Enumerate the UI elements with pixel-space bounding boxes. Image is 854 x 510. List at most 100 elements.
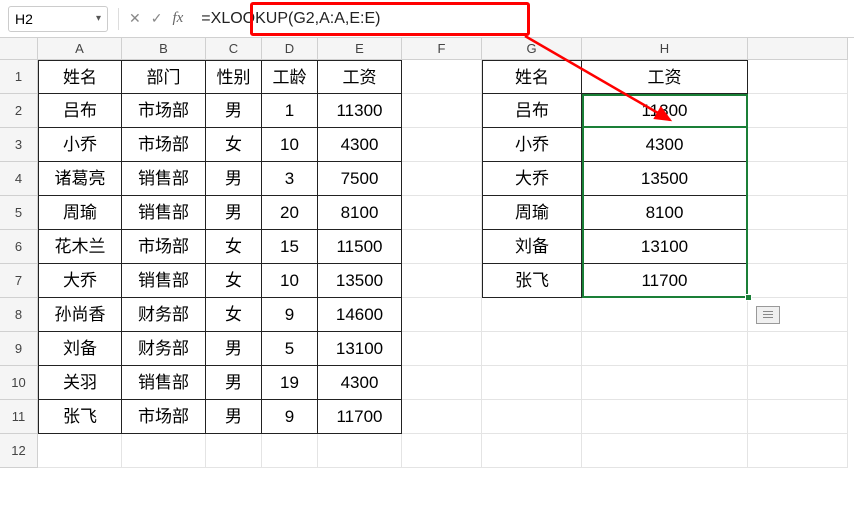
cancel-icon[interactable]: ✕: [129, 10, 141, 27]
cell[interactable]: [748, 264, 848, 298]
cell[interactable]: [402, 60, 482, 94]
cell[interactable]: 吕布: [482, 94, 582, 128]
column-header-C[interactable]: C: [206, 38, 262, 60]
cell[interactable]: 4300: [318, 366, 402, 400]
cell[interactable]: 市场部: [122, 94, 206, 128]
cell[interactable]: [748, 128, 848, 162]
cell[interactable]: [482, 298, 582, 332]
cell[interactable]: 姓名: [482, 60, 582, 94]
cell[interactable]: 部门: [122, 60, 206, 94]
row-header[interactable]: 3: [0, 128, 38, 162]
row-header[interactable]: 9: [0, 332, 38, 366]
column-header-G[interactable]: G: [482, 38, 582, 60]
row-header[interactable]: 5: [0, 196, 38, 230]
cell[interactable]: 19: [262, 366, 318, 400]
cell[interactable]: 8100: [582, 196, 748, 230]
cell[interactable]: 刘备: [482, 230, 582, 264]
name-box[interactable]: H2 ▾: [8, 6, 108, 32]
enter-icon[interactable]: ✓: [151, 10, 163, 27]
cell[interactable]: 小乔: [482, 128, 582, 162]
cell[interactable]: [402, 94, 482, 128]
cell[interactable]: 8100: [318, 196, 402, 230]
cell[interactable]: [482, 332, 582, 366]
cell[interactable]: [748, 230, 848, 264]
row-header[interactable]: 11: [0, 400, 38, 434]
cell[interactable]: [582, 298, 748, 332]
cell[interactable]: 4300: [318, 128, 402, 162]
cell[interactable]: [748, 162, 848, 196]
cell[interactable]: 诸葛亮: [38, 162, 122, 196]
cell[interactable]: 孙尚香: [38, 298, 122, 332]
cell[interactable]: 小乔: [38, 128, 122, 162]
cell[interactable]: 大乔: [482, 162, 582, 196]
cell[interactable]: [748, 400, 848, 434]
cell[interactable]: 14600: [318, 298, 402, 332]
cell[interactable]: [402, 434, 482, 468]
cell[interactable]: 女: [206, 298, 262, 332]
cell[interactable]: 大乔: [38, 264, 122, 298]
autofill-options-button[interactable]: [756, 306, 780, 324]
cell[interactable]: 10: [262, 264, 318, 298]
cell[interactable]: 周瑜: [482, 196, 582, 230]
cell[interactable]: 13500: [582, 162, 748, 196]
cell[interactable]: 9: [262, 400, 318, 434]
cell[interactable]: 销售部: [122, 162, 206, 196]
cell[interactable]: [206, 434, 262, 468]
row-header[interactable]: 10: [0, 366, 38, 400]
cell[interactable]: [262, 434, 318, 468]
cell[interactable]: [482, 400, 582, 434]
cell[interactable]: 财务部: [122, 298, 206, 332]
cell[interactable]: 11700: [582, 264, 748, 298]
cell[interactable]: [748, 94, 848, 128]
column-header-E[interactable]: E: [318, 38, 402, 60]
cell[interactable]: [582, 366, 748, 400]
cell[interactable]: 11700: [318, 400, 402, 434]
cell[interactable]: 吕布: [38, 94, 122, 128]
cell[interactable]: 销售部: [122, 264, 206, 298]
cell[interactable]: 性别: [206, 60, 262, 94]
cell[interactable]: [122, 434, 206, 468]
cell[interactable]: 1: [262, 94, 318, 128]
column-header-blank[interactable]: [748, 38, 848, 60]
cell[interactable]: [318, 434, 402, 468]
cell[interactable]: [402, 162, 482, 196]
cell[interactable]: 张飞: [38, 400, 122, 434]
cell[interactable]: 张飞: [482, 264, 582, 298]
row-header[interactable]: 8: [0, 298, 38, 332]
cell[interactable]: 7500: [318, 162, 402, 196]
cell[interactable]: [482, 434, 582, 468]
cell[interactable]: 3: [262, 162, 318, 196]
select-all-corner[interactable]: [0, 38, 38, 60]
cell[interactable]: 销售部: [122, 196, 206, 230]
column-header-B[interactable]: B: [122, 38, 206, 60]
cell[interactable]: 男: [206, 196, 262, 230]
cell[interactable]: [402, 366, 482, 400]
row-header[interactable]: 2: [0, 94, 38, 128]
cell[interactable]: 11300: [318, 94, 402, 128]
cell[interactable]: 工资: [318, 60, 402, 94]
cell[interactable]: 男: [206, 162, 262, 196]
cell[interactable]: [582, 400, 748, 434]
cell[interactable]: 11500: [318, 230, 402, 264]
column-header-A[interactable]: A: [38, 38, 122, 60]
cell[interactable]: [748, 332, 848, 366]
cell-H2-active[interactable]: 11300: [582, 94, 748, 128]
cell[interactable]: 周瑜: [38, 196, 122, 230]
row-header[interactable]: 12: [0, 434, 38, 468]
cell[interactable]: [748, 366, 848, 400]
row-header[interactable]: 1: [0, 60, 38, 94]
cell[interactable]: 工资: [582, 60, 748, 94]
cell[interactable]: 女: [206, 128, 262, 162]
cell[interactable]: 15: [262, 230, 318, 264]
cell[interactable]: [402, 400, 482, 434]
cell[interactable]: 姓名: [38, 60, 122, 94]
cell[interactable]: [582, 434, 748, 468]
cell[interactable]: 男: [206, 366, 262, 400]
cell[interactable]: 关羽: [38, 366, 122, 400]
cell[interactable]: 13100: [318, 332, 402, 366]
cell[interactable]: 4300: [582, 128, 748, 162]
cell[interactable]: [748, 434, 848, 468]
cell[interactable]: 市场部: [122, 400, 206, 434]
cell[interactable]: [402, 264, 482, 298]
cell[interactable]: 刘备: [38, 332, 122, 366]
